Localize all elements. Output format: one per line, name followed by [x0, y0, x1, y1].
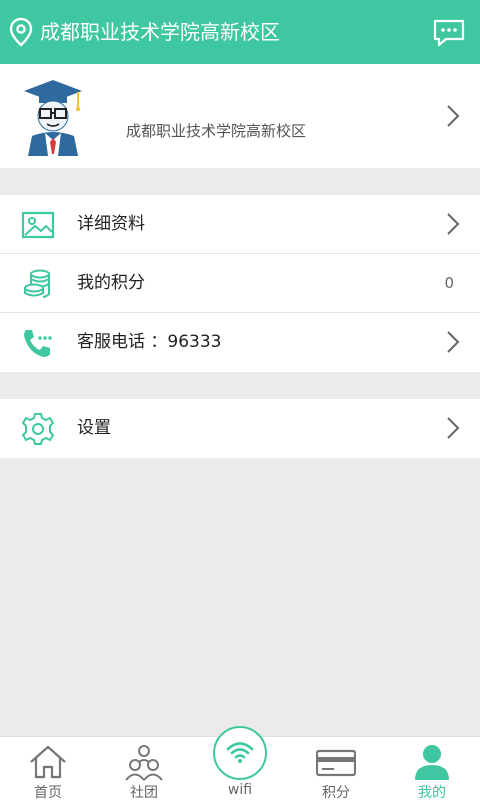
card-icon [316, 749, 356, 777]
menu-item-points[interactable]: 我的积分 0 [0, 254, 480, 313]
tab-wifi-label: wifi [227, 782, 253, 798]
wifi-icon [226, 742, 254, 763]
menu-item-settings[interactable]: 设置 [0, 399, 480, 458]
menu-group-settings: 设置 [0, 399, 480, 458]
points-value: 0 [444, 274, 454, 292]
message-icon[interactable] [432, 18, 466, 48]
gear-icon [21, 413, 55, 445]
chevron-right-icon[interactable] [446, 330, 460, 354]
profile-card[interactable]: 成都职业技术学院高新校区 [0, 64, 480, 168]
chevron-right-icon[interactable] [446, 416, 460, 440]
location-pin-icon[interactable] [8, 17, 34, 47]
phone-icon [24, 330, 52, 357]
tab-community[interactable]: 社团 [96, 737, 192, 800]
home-icon [30, 745, 66, 779]
menu-label-details: 详细资料 [77, 214, 145, 234]
tab-community-label: 社团 [130, 785, 158, 800]
wifi-button[interactable] [213, 726, 267, 780]
tab-mine[interactable]: 我的 [384, 737, 480, 800]
menu-item-service-phone[interactable]: 客服电话 ：96333 [0, 313, 480, 372]
coins-icon [24, 269, 50, 298]
header-title[interactable]: 成都职业技术学院高新校区 [40, 0, 280, 64]
chevron-right-icon[interactable] [446, 212, 460, 236]
menu-label-settings: 设置 [77, 418, 111, 438]
tab-points[interactable]: 积分 [288, 737, 384, 800]
profile-school: 成都职业技术学院高新校区 [126, 122, 307, 140]
menu-group-main: 详细资料 我的积分 0 客服电话 ：96333 [0, 195, 480, 372]
tab-home-label: 首页 [34, 785, 62, 800]
menu-item-details[interactable]: 详细资料 [0, 195, 480, 254]
tab-home[interactable]: 首页 [0, 737, 96, 800]
tab-points-label: 积分 [322, 785, 350, 800]
menu-label-service-phone: 客服电话 ：96333 [77, 332, 222, 352]
graduate-avatar-icon[interactable] [22, 78, 84, 156]
profile-chevron-right-icon[interactable] [446, 104, 460, 128]
image-icon [21, 211, 55, 239]
group-icon [125, 745, 163, 781]
menu-label-points: 我的积分 [77, 273, 145, 293]
user-icon [415, 745, 449, 780]
top-header: 成都职业技术学院高新校区 [0, 0, 480, 64]
tab-mine-label: 我的 [418, 785, 446, 800]
